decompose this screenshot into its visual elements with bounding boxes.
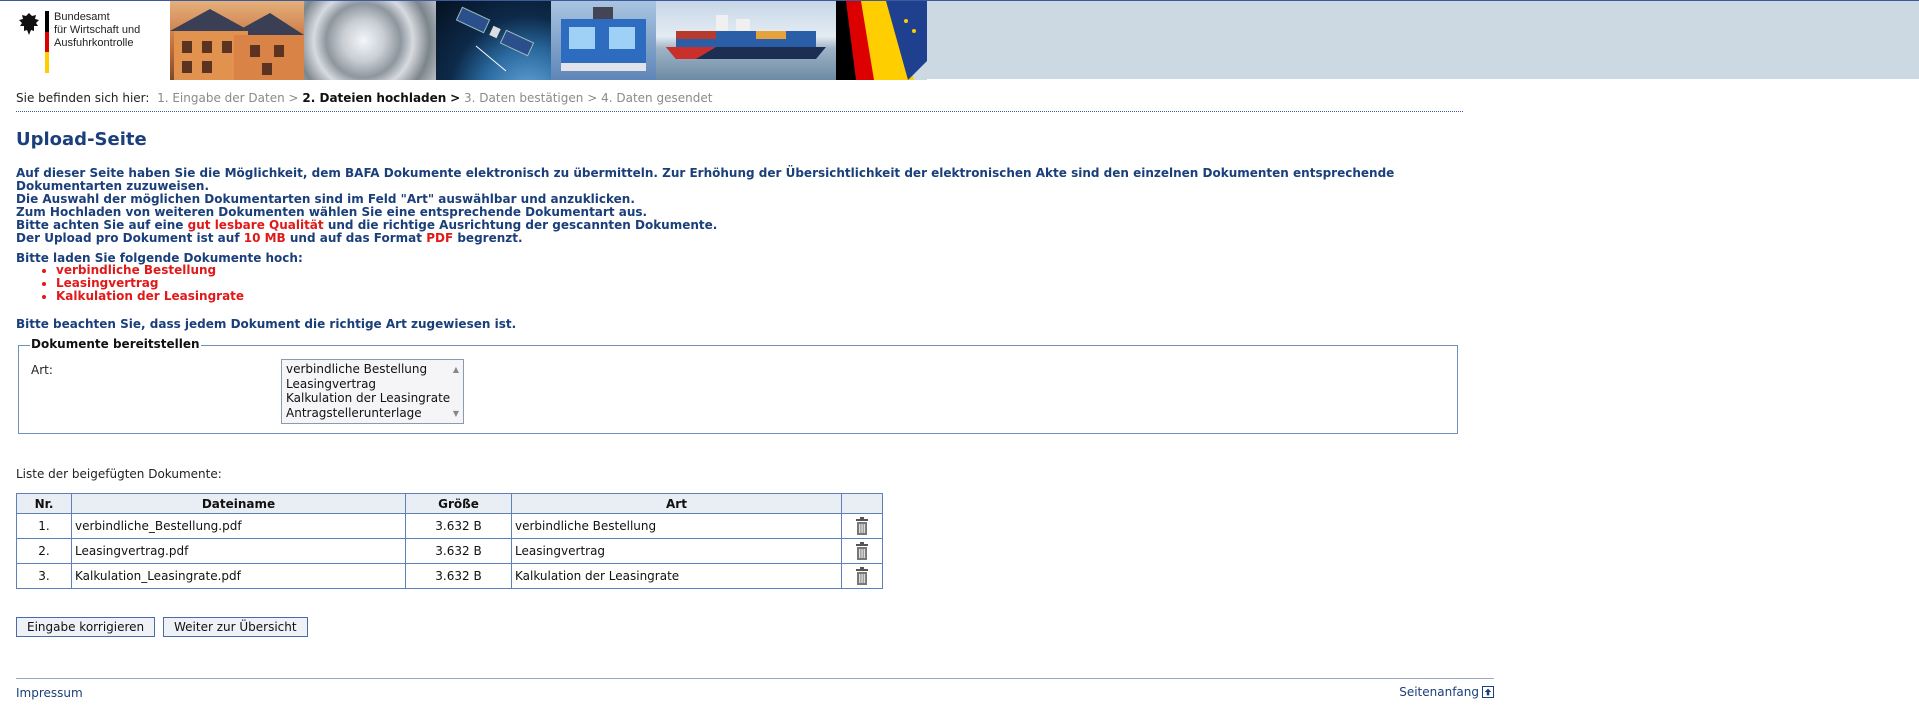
scroll-up-arrow-icon[interactable]: ▲ xyxy=(453,363,459,378)
row-size: 3.632 B xyxy=(405,538,512,564)
banner-image-satellite xyxy=(436,1,551,80)
required-docs-list: verbindliche Bestellung Leasingvertrag K… xyxy=(40,264,244,303)
row-delete-cell xyxy=(841,538,883,564)
intro-quality-suffix: und die richtige Ausrichtung der gescann… xyxy=(327,218,718,232)
scroll-down-arrow-icon[interactable]: ▼ xyxy=(453,407,459,422)
header-banner xyxy=(170,1,927,80)
attached-docs-table: Nr. Dateiname Größe Art 1. verbindliche_… xyxy=(16,493,883,589)
federal-eagle-icon xyxy=(19,13,39,35)
logo-line-3: Ausfuhrkontrolle xyxy=(54,37,134,49)
trash-icon[interactable] xyxy=(855,517,869,535)
intro-quality-prefix: Bitte achten Sie auf eine xyxy=(16,218,184,232)
breadcrumb-step-4: 4. Daten gesendet xyxy=(601,91,713,105)
breadcrumb-prefix: Sie befinden sich hier: xyxy=(16,91,150,105)
row-nr: 3. xyxy=(16,563,72,589)
breadcrumb-step-1: 1. Eingabe der Daten xyxy=(157,91,285,105)
site-header: Bundesamt für Wirtschaft und Ausfuhrkont… xyxy=(0,0,1919,80)
intro-text: Auf dieser Seite haben Sie die Möglichke… xyxy=(16,167,1436,245)
correct-input-button[interactable]: Eingabe korrigieren xyxy=(16,617,156,637)
upload-fieldset xyxy=(18,345,1458,434)
art-option[interactable]: Antragstellerunterlage xyxy=(286,406,463,421)
row-art: Leasingvertrag xyxy=(511,538,842,564)
intro-format: PDF xyxy=(426,231,454,245)
breadcrumb-step-3: 3. Daten bestätigen xyxy=(464,91,584,105)
upload-fieldset-legend: Dokumente bereitstellen xyxy=(30,337,201,351)
intro-limit-suffix: begrenzt. xyxy=(457,231,523,245)
row-size: 3.632 B xyxy=(405,563,512,589)
table-header-row: Nr. Dateiname Größe Art xyxy=(16,493,883,514)
logo-line-1: Bundesamt xyxy=(54,11,110,23)
breadcrumb: Sie befinden sich hier: 1. Eingabe der D… xyxy=(16,91,712,105)
table-row: 1. verbindliche_Bestellung.pdf 3.632 B v… xyxy=(16,513,883,539)
column-header-filename: Dateiname xyxy=(71,493,406,514)
row-size: 3.632 B xyxy=(405,513,512,539)
trash-icon[interactable] xyxy=(855,567,869,585)
intro-line-1: Auf dieser Seite haben Sie die Möglichke… xyxy=(16,166,1395,193)
row-filename: Kalkulation_Leasingrate.pdf xyxy=(71,563,406,589)
breadcrumb-divider xyxy=(16,111,1463,112)
row-art: verbindliche Bestellung xyxy=(511,513,842,539)
column-header-size: Größe xyxy=(405,493,512,514)
row-nr: 2. xyxy=(16,538,72,564)
breadcrumb-separator: > xyxy=(587,91,598,105)
intro-line-5: Der Upload pro Dokument ist auf 10 MB un… xyxy=(16,232,1436,245)
row-delete-cell xyxy=(841,563,883,589)
art-option[interactable]: Kalkulation der Leasingrate xyxy=(286,391,463,406)
back-to-top-label: Seitenanfang xyxy=(1399,685,1479,699)
row-filename: Leasingvertrag.pdf xyxy=(71,538,406,564)
row-filename: verbindliche_Bestellung.pdf xyxy=(71,513,406,539)
column-header-nr: Nr. xyxy=(16,493,72,514)
table-row: 3. Kalkulation_Leasingrate.pdf 3.632 B K… xyxy=(16,563,883,589)
banner-image-industrial-machine xyxy=(551,1,656,80)
banner-image-steel-coil xyxy=(304,1,436,80)
intro-quality-highlight: gut lesbare Qualität xyxy=(187,218,324,232)
bafa-logo[interactable]: Bundesamt für Wirtschaft und Ausfuhrkont… xyxy=(0,1,170,80)
logo-line-2: für Wirtschaft und xyxy=(54,24,141,36)
back-to-top-link[interactable]: Seitenanfang xyxy=(1399,685,1494,699)
banner-image-flags xyxy=(836,1,927,80)
trash-icon[interactable] xyxy=(855,542,869,560)
intro-size-limit: 10 MB xyxy=(243,231,286,245)
intro-limit-prefix: Der Upload pro Dokument ist auf xyxy=(16,231,240,245)
logo-text: Bundesamt für Wirtschaft und Ausfuhrkont… xyxy=(54,11,140,50)
assignment-note: Bitte beachten Sie, dass jedem Dokument … xyxy=(16,317,517,331)
footer-divider xyxy=(16,678,1494,679)
breadcrumb-step-2-current: 2. Dateien hochladen xyxy=(302,91,447,105)
arrow-up-box-icon xyxy=(1482,686,1494,698)
row-delete-cell xyxy=(841,513,883,539)
continue-overview-button[interactable]: Weiter zur Übersicht xyxy=(163,617,308,637)
art-select-list[interactable]: verbindliche Bestellung Leasingvertrag K… xyxy=(281,359,464,424)
art-label: Art: xyxy=(31,363,53,377)
breadcrumb-separator: > xyxy=(288,91,299,105)
intro-format-prefix: und auf das Format xyxy=(289,231,423,245)
art-option[interactable]: Leasingvertrag xyxy=(286,377,463,392)
attached-docs-label: Liste der beigefügten Dokumente: xyxy=(16,467,222,481)
column-header-actions xyxy=(841,493,883,514)
breadcrumb-separator: > xyxy=(450,91,461,105)
page-title: Upload-Seite xyxy=(16,129,147,150)
table-row: 2. Leasingvertrag.pdf 3.632 B Leasingver… xyxy=(16,538,883,564)
required-doc-item: Kalkulation der Leasingrate xyxy=(56,290,244,303)
banner-image-houses-solar xyxy=(170,1,304,80)
german-flag-bar xyxy=(45,11,49,73)
row-nr: 1. xyxy=(16,513,72,539)
art-option[interactable]: verbindliche Bestellung xyxy=(286,362,463,377)
column-header-art: Art xyxy=(511,493,842,514)
banner-image-container-ship xyxy=(656,1,836,80)
impressum-link[interactable]: Impressum xyxy=(16,686,83,700)
row-art: Kalkulation der Leasingrate xyxy=(511,563,842,589)
